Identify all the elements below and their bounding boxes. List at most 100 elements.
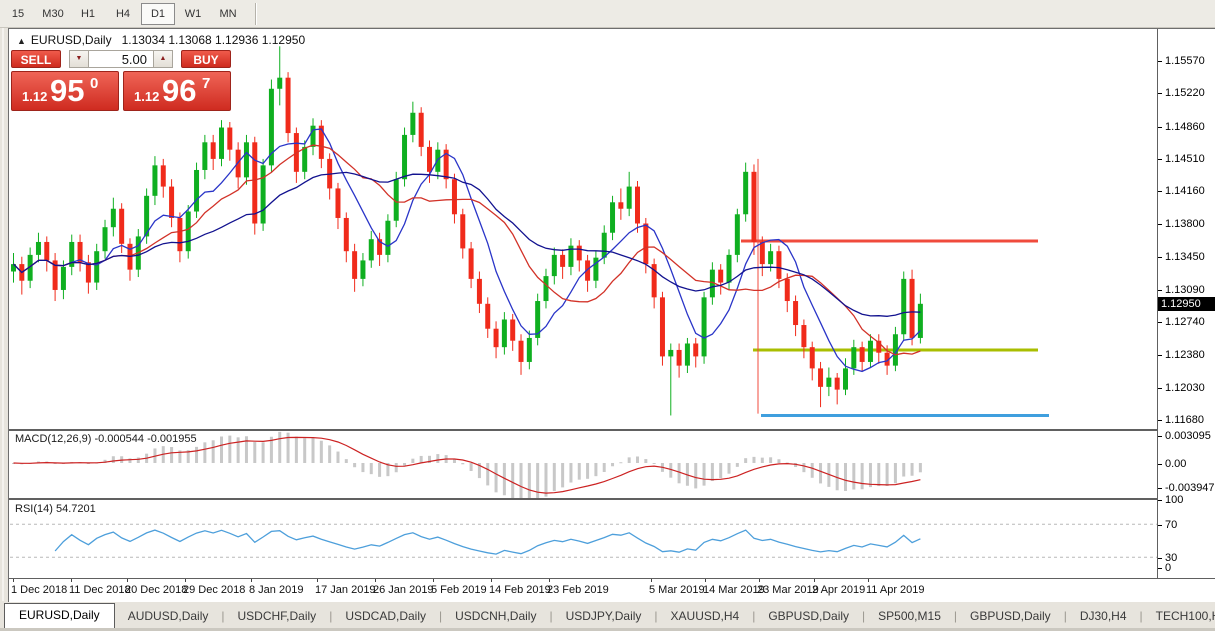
time-axis-tick	[705, 579, 706, 582]
price-chart[interactable]	[9, 29, 1157, 578]
macd-histogram-bar	[486, 463, 489, 485]
price-scale[interactable]: 1.155701.152201.148601.145101.141601.138…	[1157, 29, 1215, 578]
timeframe-toolbar: 15M30H1H4D1W1MN	[0, 0, 1215, 28]
toolbar-separator	[255, 3, 257, 25]
macd-histogram-bar	[611, 463, 614, 466]
date-label: 8 Jan 2019	[249, 584, 303, 596]
volume-decrease-button[interactable]: ▼	[69, 50, 89, 68]
timeframe-button-w1[interactable]: W1	[176, 3, 210, 25]
buy-price-box[interactable]: 1.12 96 7	[123, 71, 231, 111]
tab-usdcad-daily[interactable]: USDCAD,Daily	[332, 605, 439, 628]
timeframe-button-d1[interactable]: D1	[141, 3, 175, 25]
price-scale-label: 1.15220	[1165, 87, 1205, 99]
macd-histogram-bar	[744, 458, 747, 463]
arrow-up-icon: ▲	[160, 55, 167, 62]
macd-histogram-bar	[195, 447, 198, 463]
date-label: 1 Dec 2018	[11, 584, 67, 596]
time-axis-tick	[127, 579, 128, 582]
macd-histogram-bar	[262, 442, 265, 463]
price-scale-label: 1.12030	[1165, 382, 1205, 394]
tab-gbpusd-daily[interactable]: GBPUSD,Daily	[755, 605, 862, 628]
sell-button[interactable]: SELL	[11, 50, 61, 68]
rsi-pane	[10, 524, 1157, 557]
macd-histogram-bar	[170, 447, 173, 463]
macd-histogram-bar	[852, 463, 855, 490]
macd-histogram-bar	[137, 457, 140, 463]
macd-histogram-bar	[253, 442, 256, 463]
timeframe-button-mn[interactable]: MN	[211, 3, 245, 25]
chart-tab-bar: EURUSD,DailyAUDUSD,Daily|USDCHF,Daily|US…	[0, 602, 1215, 628]
one-click-controls-row: SELL ▼ ▲ BUY	[11, 50, 239, 68]
macd-histogram-bar	[378, 463, 381, 477]
arrow-down-icon: ▼	[76, 55, 83, 62]
rsi-scale-label: 100	[1165, 494, 1183, 506]
time-axis-tick	[71, 579, 72, 582]
timeframe-button-15[interactable]: 15	[1, 3, 35, 25]
time-axis-tick	[814, 579, 815, 582]
time-axis-tick	[251, 579, 252, 582]
tab-usdchf-daily[interactable]: USDCHF,Daily	[225, 605, 330, 628]
time-axis[interactable]: 1 Dec 201811 Dec 201820 Dec 201829 Dec 2…	[9, 578, 1215, 602]
macd-scale-label: 0.00	[1165, 458, 1186, 470]
buy-price-prefix: 1.12	[134, 89, 159, 104]
macd-histogram-bar	[128, 458, 131, 463]
tab-tech100-h1[interactable]: TECH100,H1	[1143, 605, 1215, 628]
macd-histogram-bar	[678, 463, 681, 483]
macd-histogram-bar	[536, 463, 539, 501]
sell-price-box[interactable]: 1.12 95 0	[11, 71, 119, 111]
oneclick-collapse-icon[interactable]: ▲	[17, 36, 26, 46]
tab-audusd-daily[interactable]: AUDUSD,Daily	[115, 605, 222, 628]
tab-sp500-m15[interactable]: SP500,M15	[865, 605, 954, 628]
tab-usdjpy-daily[interactable]: USDJPY,Daily	[553, 605, 655, 628]
tab-eurusd-daily[interactable]: EURUSD,Daily	[4, 603, 115, 628]
macd-histogram-bar	[894, 463, 897, 483]
macd-histogram-bar	[619, 462, 622, 463]
buy-price-big-digits: 96	[162, 73, 196, 109]
macd-histogram-bar	[511, 463, 514, 499]
chart-title-row: ▲EURUSD,Daily1.13034 1.13068 1.12936 1.1…	[17, 33, 305, 47]
macd-histogram-bar	[228, 436, 231, 463]
macd-histogram-bar	[220, 437, 223, 463]
macd-histogram-bar	[719, 463, 722, 478]
time-axis-tick	[317, 579, 318, 582]
macd-histogram-bar	[736, 463, 739, 467]
price-scale-label: 1.11680	[1165, 414, 1204, 426]
macd-histogram-bar	[403, 463, 406, 466]
timeframe-button-h1[interactable]: H1	[71, 3, 105, 25]
macd-signal-line	[14, 437, 921, 493]
date-label: 17 Jan 2019	[315, 584, 376, 596]
macd-histogram-bar	[495, 463, 498, 492]
time-axis-tick	[433, 579, 434, 582]
timeframe-button-h4[interactable]: H4	[106, 3, 140, 25]
macd-histogram-bar	[819, 463, 822, 483]
macd-histogram-bar	[353, 463, 356, 467]
macd-histogram-bar	[345, 459, 348, 463]
macd-histogram-bar	[203, 442, 206, 463]
timeframe-button-m30[interactable]: M30	[36, 3, 70, 25]
tab-xauusd-h4[interactable]: XAUUSD,H4	[658, 605, 753, 628]
macd-histogram-bar	[752, 457, 755, 463]
volume-increase-button[interactable]: ▲	[153, 50, 173, 68]
time-axis-tick	[491, 579, 492, 582]
macd-histogram-bar	[112, 456, 115, 463]
price-scale-label: 1.14160	[1165, 185, 1205, 197]
macd-histogram-bar	[777, 459, 780, 463]
trading-terminal-window: 15M30H1H4D1W1MN ▲EURUSD,Daily1.13034 1.1…	[0, 0, 1215, 631]
current-price-badge: 1.12950	[1158, 297, 1215, 311]
macd-histogram-bar	[278, 432, 281, 463]
tab-dj30-h4[interactable]: DJ30,H4	[1067, 605, 1140, 628]
macd-histogram-bar	[703, 463, 706, 486]
tab-gbpusd-daily[interactable]: GBPUSD,Daily	[957, 605, 1064, 628]
buy-button[interactable]: BUY	[181, 50, 231, 68]
macd-histogram-bar	[594, 463, 597, 476]
time-axis-tick	[549, 579, 550, 582]
buy-price-superscript: 7	[202, 75, 210, 92]
macd-histogram-bar	[811, 463, 814, 478]
tab-usdcnh-daily[interactable]: USDCNH,Daily	[442, 605, 549, 628]
date-label: 14 Mar 2019	[703, 584, 765, 596]
price-scale-label: 1.15570	[1165, 55, 1205, 67]
macd-histogram-bar	[395, 463, 398, 472]
volume-input[interactable]	[89, 50, 153, 68]
macd-histogram-bar	[461, 463, 464, 464]
time-axis-tick	[185, 579, 186, 582]
